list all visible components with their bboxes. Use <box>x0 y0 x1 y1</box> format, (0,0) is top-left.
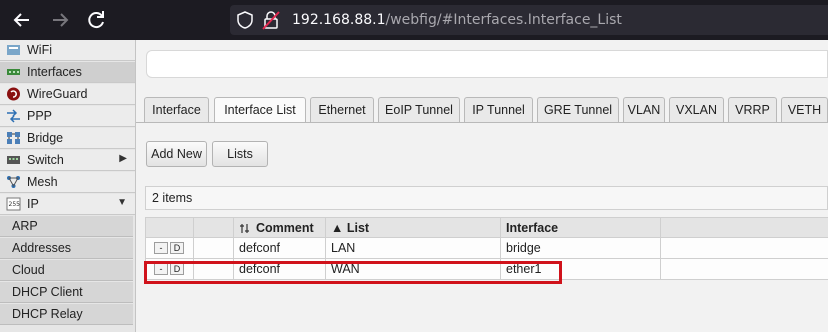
tab-vlan[interactable]: VLAN <box>623 97 665 122</box>
sidebar-item-interfaces[interactable]: Interfaces <box>0 62 135 83</box>
submenu-expanded-arrow-icon: ▼ <box>117 197 127 208</box>
sidebar-subitem-label: Addresses <box>12 241 72 255</box>
sidebar-item-label: Interfaces <box>27 65 82 79</box>
sidebar-item-mesh[interactable]: Mesh <box>0 172 135 193</box>
sidebar-subitem-label: DHCP Relay <box>12 307 83 321</box>
sidebar: WiFi Interfaces WireGuard PPP Bridge Swi… <box>0 40 136 332</box>
switch-icon <box>7 156 20 164</box>
tab-divider <box>136 122 828 123</box>
cell-comment[interactable]: defconf <box>234 259 326 280</box>
address-bar[interactable]: 192.168.88.1/webfig/#Interfaces.Interfac… <box>230 5 828 35</box>
sidebar-item-label: IP <box>27 197 39 211</box>
wireguard-icon <box>7 87 20 101</box>
tab-ethernet[interactable]: Ethernet <box>310 97 374 122</box>
tab-veth[interactable]: VETH <box>781 97 828 122</box>
tab-vrrp[interactable]: VRRP <box>728 97 777 122</box>
sidebar-item-label: WiFi <box>27 43 52 57</box>
row-flags <box>194 238 234 259</box>
sidebar-item-label: Bridge <box>27 131 64 145</box>
forward-arrow-icon[interactable] <box>48 8 72 32</box>
header-interface[interactable]: Interface <box>501 217 661 238</box>
sidebar-item-switch[interactable]: Switch ▶ <box>0 150 135 171</box>
remove-button[interactable]: - <box>154 263 168 275</box>
tab-ip-tunnel[interactable]: IP Tunnel <box>464 97 533 122</box>
cell-list[interactable]: LAN <box>326 238 501 259</box>
sidebar-item-label: Switch <box>27 153 64 167</box>
header-flags <box>194 217 234 238</box>
header-comment-label: Comment <box>256 221 314 235</box>
item-count-bar: 2 items <box>145 186 828 210</box>
sidebar-subitem-label: DHCP Client <box>12 285 83 299</box>
sidebar-item-wireguard[interactable]: WireGuard <box>0 84 135 105</box>
item-count: 2 items <box>152 191 193 205</box>
header-filler <box>661 217 828 238</box>
sidebar-subitem-label: Cloud <box>12 263 45 277</box>
disable-button[interactable]: D <box>170 242 184 254</box>
sidebar-subitem-arp[interactable]: ARP <box>0 216 133 237</box>
top-toolbar-strip <box>146 50 828 78</box>
main-panel: Interface Interface List Ethernet EoIP T… <box>136 40 828 332</box>
reload-icon[interactable] <box>84 8 108 32</box>
sidebar-subitem-cloud[interactable]: Cloud <box>0 260 133 281</box>
lists-button[interactable]: Lists <box>212 141 268 167</box>
shield-icon[interactable] <box>236 11 254 29</box>
header-actions <box>145 217 194 238</box>
sidebar-subitem-label: ARP <box>12 219 38 233</box>
tab-eoip-tunnel[interactable]: EoIP Tunnel <box>378 97 460 122</box>
sidebar-subitem-dhcp-client[interactable]: DHCP Client <box>0 282 133 303</box>
svg-text:255: 255 <box>9 201 21 208</box>
tab-vxlan[interactable]: VXLAN <box>669 97 724 122</box>
bridge-icon <box>7 132 20 144</box>
url-text: 192.168.88.1/webfig/#Interfaces.Interfac… <box>292 12 622 28</box>
wifi-icon <box>7 45 20 55</box>
sidebar-item-label: PPP <box>27 109 53 123</box>
browser-toolbar: 192.168.88.1/webfig/#Interfaces.Interfac… <box>0 0 828 40</box>
cell-interface[interactable]: ether1 <box>501 259 661 280</box>
cell-filler <box>661 238 828 259</box>
submenu-arrow-icon: ▶ <box>119 153 127 164</box>
sidebar-item-label: Mesh <box>27 175 58 189</box>
header-list[interactable]: ▲ List <box>326 217 501 238</box>
tab-gre-tunnel[interactable]: GRE Tunnel <box>537 97 619 122</box>
sidebar-item-ppp[interactable]: PPP <box>0 106 135 127</box>
cell-list[interactable]: WAN <box>326 259 501 280</box>
row-actions: - D <box>145 238 194 259</box>
ip-icon: 255 <box>6 197 21 211</box>
insecure-lock-icon[interactable] <box>262 10 280 30</box>
ppp-icon <box>7 109 20 123</box>
mesh-icon <box>7 176 20 188</box>
tab-interface[interactable]: Interface <box>144 97 209 122</box>
sidebar-subitem-addresses[interactable]: Addresses <box>0 238 133 259</box>
tab-interface-list[interactable]: Interface List <box>214 97 306 123</box>
sidebar-item-label: WireGuard <box>27 87 88 101</box>
url-host: 192.168.88.1 <box>292 12 386 28</box>
url-path: /webfig/#Interfaces.Interface_List <box>385 12 622 28</box>
sidebar-item-wifi[interactable]: WiFi <box>0 40 135 61</box>
row-flags <box>194 259 234 280</box>
header-comment[interactable]: Comment <box>234 217 326 238</box>
remove-button[interactable]: - <box>154 242 168 254</box>
add-new-button[interactable]: Add New <box>146 141 207 167</box>
sidebar-item-ip[interactable]: 255 IP ▼ <box>0 194 135 215</box>
disable-button[interactable]: D <box>170 263 184 275</box>
interfaces-icon <box>7 69 20 75</box>
cell-interface[interactable]: bridge <box>501 238 661 259</box>
sidebar-item-bridge[interactable]: Bridge <box>0 128 135 149</box>
row-actions: - D <box>145 259 194 280</box>
sidebar-subitem-dhcp-relay[interactable]: DHCP Relay <box>0 304 133 325</box>
comment-icon <box>240 224 249 233</box>
cell-comment[interactable]: defconf <box>234 238 326 259</box>
back-arrow-icon[interactable] <box>10 8 34 32</box>
cell-filler <box>661 259 828 280</box>
